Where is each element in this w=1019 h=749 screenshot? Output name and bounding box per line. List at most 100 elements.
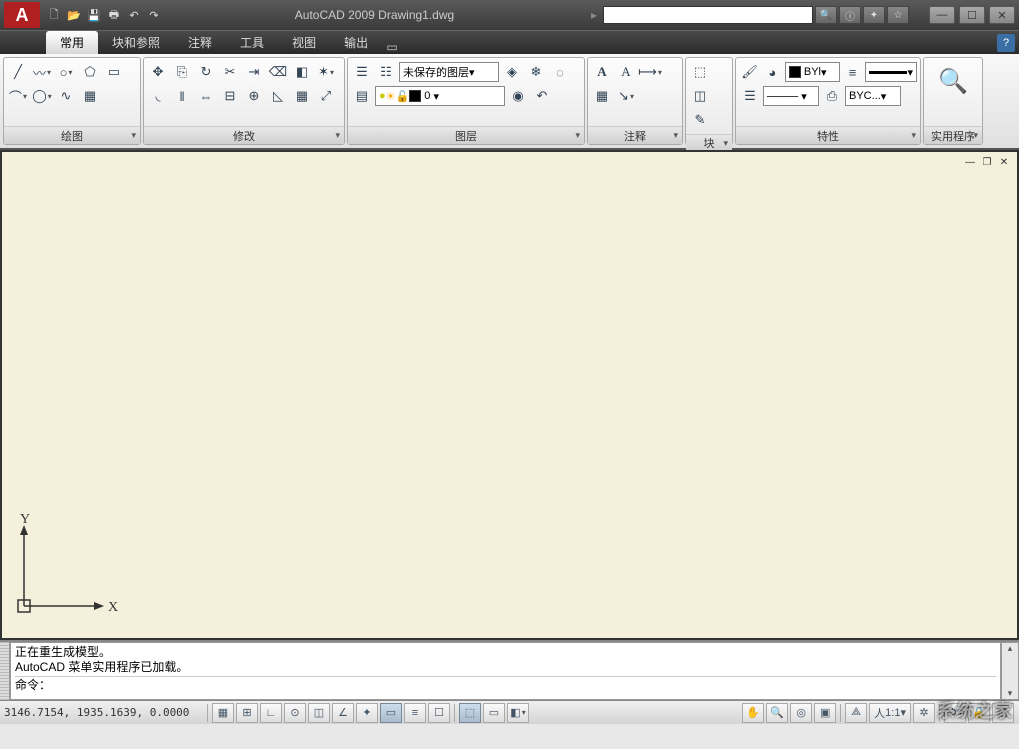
minimize-button[interactable]: — bbox=[929, 6, 955, 24]
doc-restore-button[interactable]: ❐ bbox=[980, 156, 994, 168]
layer-iso-button[interactable]: ◈ bbox=[501, 61, 523, 83]
expand-icon[interactable]: ▾ bbox=[673, 130, 678, 141]
current-layer-combo[interactable]: ●☀🔓 0 ▾ bbox=[375, 86, 505, 106]
create-block-button[interactable]: ◫ bbox=[689, 85, 711, 107]
tab-annotate[interactable]: 注释 bbox=[174, 31, 226, 54]
pan-button[interactable]: ✋ bbox=[742, 703, 764, 723]
expand-icon[interactable]: ▾ bbox=[335, 130, 340, 141]
expand-icon[interactable]: ▾ bbox=[131, 130, 136, 141]
expand-icon[interactable]: ▾ bbox=[911, 130, 916, 141]
extend-tool[interactable]: ⇥ bbox=[243, 61, 265, 83]
color-combo[interactable]: BYl▾ bbox=[785, 62, 840, 82]
break-tool[interactable]: ⊟ bbox=[219, 85, 241, 107]
linetype-icon[interactable]: ≡ bbox=[842, 61, 863, 83]
qp-toggle[interactable]: ☐ bbox=[428, 703, 450, 723]
fillet-tool[interactable]: ◟ bbox=[147, 85, 169, 107]
osnap-toggle[interactable]: ◫ bbox=[308, 703, 330, 723]
qat-undo-icon[interactable]: ↶ bbox=[125, 6, 143, 24]
ducs-toggle[interactable]: ✦ bbox=[356, 703, 378, 723]
coordinates-display[interactable]: 3146.7154, 1935.1639, 0.0000 bbox=[4, 706, 204, 719]
tab-output[interactable]: 输出 bbox=[330, 31, 382, 54]
steering-wheel-button[interactable]: ◎ bbox=[790, 703, 812, 723]
join-tool[interactable]: ⊕ bbox=[243, 85, 265, 107]
workspace-switch[interactable]: ⚙▾ bbox=[944, 703, 966, 723]
trim-tool[interactable]: ✂ bbox=[219, 61, 241, 83]
rectangle-tool[interactable]: ▭ bbox=[103, 61, 125, 83]
list-props-button[interactable]: ☰ bbox=[739, 85, 761, 107]
scale-combo[interactable]: 人 1:1▾ bbox=[869, 703, 911, 723]
dyn-toggle[interactable]: ▭ bbox=[380, 703, 402, 723]
layer-off-button[interactable]: ◌ bbox=[549, 61, 571, 83]
command-window[interactable]: 正在重生成模型。 AutoCAD 菜单实用程序已加载。 命令： ▴▾ bbox=[0, 640, 1019, 700]
dimension-tool[interactable]: ⟼▾ bbox=[639, 61, 661, 83]
command-history[interactable]: 正在重生成模型。 AutoCAD 菜单实用程序已加载。 命令： bbox=[10, 642, 1001, 700]
model-button[interactable]: ⬚ bbox=[459, 703, 481, 723]
drawing-canvas[interactable]: — ❐ ✕ Y X bbox=[2, 152, 1017, 638]
tab-home[interactable]: 常用 bbox=[46, 31, 98, 54]
clean-screen-button[interactable]: ▢ bbox=[992, 703, 1014, 723]
array-tool[interactable]: ▦ bbox=[291, 85, 313, 107]
circle-tool[interactable]: ○▾ bbox=[55, 61, 77, 83]
move-tool[interactable]: ✥ bbox=[147, 61, 169, 83]
lwt-toggle[interactable]: ≡ bbox=[404, 703, 426, 723]
qat-save-icon[interactable]: 💾 bbox=[85, 6, 103, 24]
layer-freeze-button[interactable]: ❄ bbox=[525, 61, 547, 83]
copy-tool[interactable]: ⎘ bbox=[171, 61, 193, 83]
qat-redo-icon[interactable]: ↷ bbox=[145, 6, 163, 24]
layer-props-button[interactable]: ☰ bbox=[351, 61, 373, 83]
quickview-button[interactable]: ◧▾ bbox=[507, 703, 529, 723]
ortho-toggle[interactable]: ∟ bbox=[260, 703, 282, 723]
line-tool[interactable]: ╱ bbox=[7, 61, 29, 83]
match-props-button[interactable]: 🖌 bbox=[739, 61, 760, 83]
plotstyle-combo[interactable]: BYC...▾ bbox=[845, 86, 901, 106]
linetype-combo[interactable]: ──── ▾ bbox=[763, 86, 819, 106]
expand-icon[interactable]: ▾ bbox=[575, 130, 580, 141]
tab-extra-icon[interactable]: ▭ bbox=[382, 40, 402, 54]
command-drag-handle[interactable] bbox=[0, 642, 10, 700]
command-scrollbar[interactable]: ▴▾ bbox=[1001, 642, 1019, 700]
text-tool[interactable]: A bbox=[615, 61, 637, 83]
stretch-tool[interactable]: ⇔ bbox=[195, 85, 217, 107]
maximize-button[interactable]: ☐ bbox=[959, 6, 985, 24]
layout-button[interactable]: ▭ bbox=[483, 703, 505, 723]
showmotion-button[interactable]: ▣ bbox=[814, 703, 836, 723]
doc-minimize-button[interactable]: — bbox=[963, 156, 977, 168]
close-button[interactable]: ✕ bbox=[989, 6, 1015, 24]
table-tool[interactable]: ▦ bbox=[591, 85, 613, 107]
expand-icon[interactable]: ▾ bbox=[723, 138, 728, 149]
layer-filter-button[interactable]: ▤ bbox=[351, 85, 373, 107]
comm-center-button[interactable]: ⓘ bbox=[839, 6, 861, 24]
zoom-extents-button[interactable]: 🔍 bbox=[933, 61, 973, 101]
favorites-button[interactable]: ✦ bbox=[863, 6, 885, 24]
anno-vis-toggle[interactable]: ✲ bbox=[913, 703, 935, 723]
lock-ui-button[interactable]: 🔒 bbox=[968, 703, 990, 723]
offset-tool[interactable]: ‖ bbox=[171, 85, 193, 107]
spline-tool[interactable]: ∿ bbox=[55, 85, 77, 107]
doc-close-button[interactable]: ✕ bbox=[997, 156, 1011, 168]
grid-toggle[interactable]: ⊞ bbox=[236, 703, 258, 723]
arc-tool[interactable]: ⌒▾ bbox=[7, 85, 29, 107]
rotate-tool[interactable]: ↻ bbox=[195, 61, 217, 83]
lineweight-combo[interactable]: ▾ bbox=[865, 62, 917, 82]
polar-toggle[interactable]: ⊙ bbox=[284, 703, 306, 723]
layer-state-combo[interactable]: 未保存的图层 ▾ bbox=[399, 62, 499, 82]
otrack-toggle[interactable]: ∠ bbox=[332, 703, 354, 723]
color-wheel-icon[interactable]: ◕ bbox=[762, 61, 783, 83]
qat-open-icon[interactable]: 📂 bbox=[65, 6, 83, 24]
layer-states-button[interactable]: ☷ bbox=[375, 61, 397, 83]
tab-blocks[interactable]: 块和参照 bbox=[98, 31, 174, 54]
plot-style-icon[interactable]: ⎙ bbox=[821, 85, 843, 107]
mirror-tool[interactable]: ◧ bbox=[291, 61, 313, 83]
hatch-tool[interactable]: ▦ bbox=[79, 85, 101, 107]
expand-icon[interactable]: ▾ bbox=[973, 130, 978, 141]
star-button[interactable]: ☆ bbox=[887, 6, 909, 24]
zoom-button[interactable]: 🔍 bbox=[766, 703, 788, 723]
polygon-tool[interactable]: ⬠ bbox=[79, 61, 101, 83]
scale-tool[interactable]: ⤢ bbox=[315, 85, 337, 107]
mtext-tool[interactable]: A bbox=[591, 61, 613, 83]
layer-match-button[interactable]: ◉ bbox=[507, 85, 529, 107]
edit-block-button[interactable]: ✎ bbox=[689, 109, 711, 131]
help-button[interactable]: ? bbox=[997, 34, 1015, 52]
insert-block-button[interactable]: ⬚ bbox=[689, 61, 711, 83]
search-button[interactable]: 🔍 bbox=[815, 6, 837, 24]
